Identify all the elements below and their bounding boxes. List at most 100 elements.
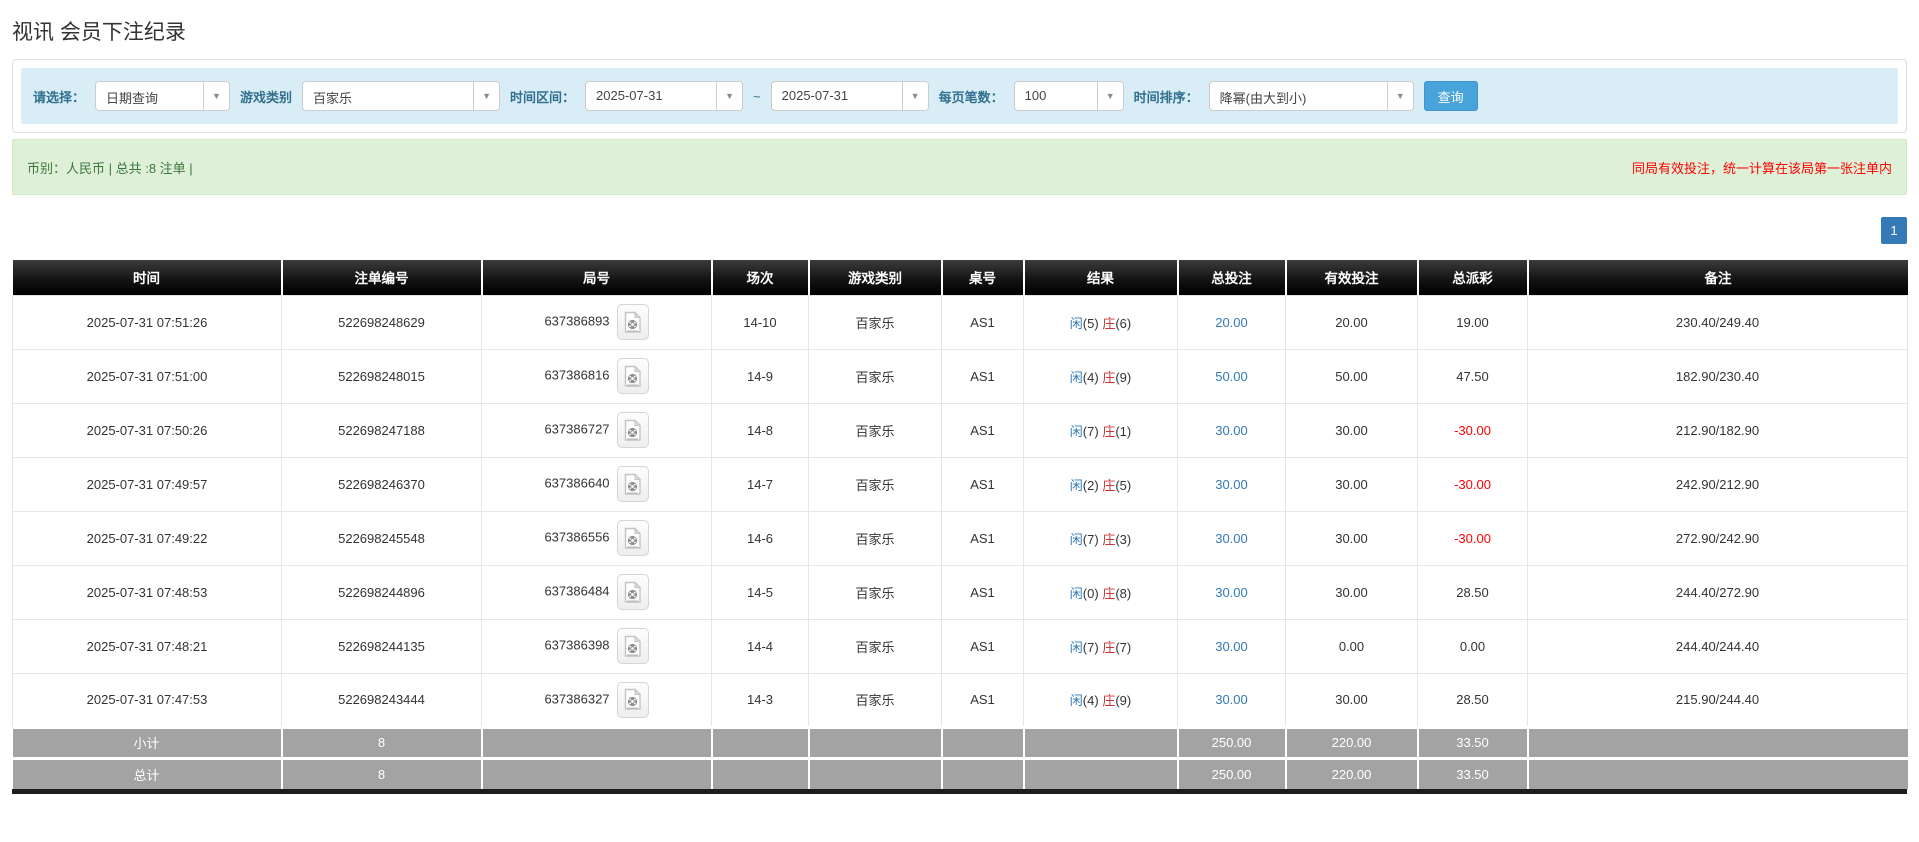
cell-valid-bet: 50.00 — [1285, 348, 1418, 404]
cell-round-no: 637386484 — [481, 564, 712, 620]
total-bet-link[interactable]: 30.00 — [1215, 639, 1248, 654]
cell-total-bet: 50.00 — [1177, 348, 1286, 404]
result-banker-count: (3) — [1115, 531, 1132, 547]
total-bet-link[interactable]: 50.00 — [1215, 369, 1248, 384]
round-no-text: 637386556 — [544, 529, 610, 545]
video-replay-icon — [624, 688, 642, 710]
chevron-down-icon[interactable]: ▼ — [1386, 82, 1413, 110]
game-type-label: 游戏类别 — [240, 89, 293, 105]
result-player-count: (5) — [1082, 315, 1099, 331]
cell-time: 2025-07-31 07:49:57 — [12, 456, 282, 512]
video-replay-button[interactable] — [616, 358, 649, 394]
cell-valid-bet: 30.00 — [1285, 564, 1418, 620]
result-player-count: (7) — [1082, 423, 1099, 439]
cell-game-type: 百家乐 — [808, 672, 942, 728]
total-bet-link[interactable]: 20.00 — [1215, 315, 1248, 330]
cell-remark: 242.90/212.90 — [1527, 456, 1908, 512]
table-row: 2025-07-31 07:47:53 522698243444 6373863… — [12, 672, 1908, 728]
total-bet-link[interactable]: 30.00 — [1215, 531, 1248, 546]
video-replay-button[interactable] — [616, 574, 649, 610]
total-bet-link[interactable]: 30.00 — [1215, 477, 1248, 492]
col-header-bet-no: 注单编号 — [280, 260, 482, 295]
pagination: 1 — [12, 217, 1907, 244]
video-replay-button[interactable] — [616, 628, 649, 664]
cell-session: 14-3 — [711, 672, 809, 728]
query-mode-value: 日期查询 — [106, 91, 159, 106]
cell-game-type: 百家乐 — [808, 294, 942, 350]
chevron-down-icon[interactable]: ▼ — [473, 82, 500, 110]
query-mode-select[interactable]: 日期查询 ▼ — [95, 81, 231, 111]
cell-table-no: AS1 — [941, 510, 1024, 566]
cell-total-bet: 30.00 — [1177, 456, 1286, 512]
table-body: 2025-07-31 07:51:26 522698248629 6373868… — [12, 294, 1908, 728]
date-to-value: 2025-07-31 — [781, 88, 849, 103]
page-size-value: 100 — [1024, 88, 1047, 103]
cell-time: 2025-07-31 07:48:53 — [12, 564, 282, 620]
video-replay-icon — [624, 526, 642, 549]
cell-session: 14-7 — [711, 456, 809, 512]
table-row: 2025-07-31 07:48:21 522698244135 6373863… — [12, 618, 1908, 674]
total-bet-link[interactable]: 30.00 — [1215, 423, 1248, 438]
chevron-down-icon[interactable]: ▼ — [203, 82, 230, 110]
round-no-text: 637386727 — [544, 421, 610, 437]
round-no-text: 637386893 — [544, 313, 610, 329]
total-label: 总计 — [12, 756, 282, 789]
table-row: 2025-07-31 07:50:26 522698247188 6373867… — [12, 402, 1908, 458]
result-player-count: (4) — [1082, 369, 1099, 385]
video-replay-icon — [624, 580, 642, 603]
cell-payout: 28.50 — [1417, 672, 1528, 728]
cell-table-no: AS1 — [941, 456, 1024, 512]
time-sort-select[interactable]: 降幂(由大到小) ▼ — [1208, 81, 1414, 111]
result-banker-count: (9) — [1115, 369, 1132, 385]
video-replay-button[interactable] — [616, 412, 649, 448]
cell-valid-bet: 20.00 — [1285, 294, 1418, 350]
page-title: 视讯 会员下注纪录 — [12, 21, 186, 44]
cell-payout: 19.00 — [1417, 294, 1528, 350]
video-replay-button[interactable] — [616, 520, 649, 556]
cell-valid-bet: 30.00 — [1285, 402, 1418, 458]
col-header-time: 时间 — [12, 260, 282, 295]
date-to-select[interactable]: 2025-07-31 ▼ — [770, 81, 929, 111]
cell-round-no: 637386398 — [481, 618, 712, 674]
cell-bet-no: 522698246370 — [281, 456, 482, 512]
result-player-label: 闲 — [1069, 423, 1083, 439]
page-size-select[interactable]: 100 ▼ — [1013, 81, 1124, 111]
video-replay-button[interactable] — [616, 466, 649, 502]
game-type-value: 百家乐 — [313, 91, 353, 106]
col-header-total-bet: 总投注 — [1176, 260, 1286, 295]
cell-payout: -30.00 — [1417, 456, 1528, 512]
date-range-label: 时间区间： — [510, 89, 576, 105]
round-no-text: 637386484 — [544, 583, 610, 599]
chevron-down-icon[interactable]: ▼ — [901, 82, 928, 110]
cell-game-type: 百家乐 — [808, 348, 942, 404]
video-replay-button[interactable] — [616, 681, 649, 718]
total-total-bet: 250.00 — [1176, 756, 1286, 789]
cell-round-no: 637386556 — [481, 510, 712, 566]
result-banker-label: 庄 — [1102, 693, 1116, 708]
chevron-down-icon[interactable]: ▼ — [1096, 82, 1123, 110]
date-from-select[interactable]: 2025-07-31 ▼ — [585, 81, 744, 111]
total-bet-link[interactable]: 30.00 — [1215, 692, 1248, 707]
cell-table-no: AS1 — [941, 294, 1024, 350]
cell-total-bet: 30.00 — [1177, 618, 1286, 674]
result-player-label: 闲 — [1069, 693, 1083, 708]
total-payout: 33.50 — [1416, 756, 1528, 789]
cell-result: 闲(2) 庄(5) — [1023, 456, 1178, 512]
total-bet-link[interactable]: 30.00 — [1215, 585, 1248, 600]
select-mode-label: 请选择： — [33, 89, 86, 105]
cell-bet-no: 522698247188 — [281, 402, 482, 458]
cell-remark: 244.40/244.40 — [1527, 618, 1908, 674]
cell-result: 闲(5) 庄(6) — [1023, 294, 1178, 350]
round-no-text: 637386327 — [544, 690, 610, 706]
col-header-table-no: 桌号 — [940, 260, 1024, 295]
game-type-select[interactable]: 百家乐 ▼ — [302, 81, 501, 111]
chevron-down-icon[interactable]: ▼ — [716, 82, 743, 110]
cell-session: 14-8 — [711, 402, 809, 458]
cell-remark: 244.40/272.90 — [1527, 564, 1908, 620]
search-button[interactable]: 查询 — [1423, 81, 1478, 111]
col-header-remark: 备注 — [1526, 260, 1908, 295]
video-replay-button[interactable] — [616, 304, 649, 340]
cell-time: 2025-07-31 07:51:00 — [12, 348, 282, 404]
page-number-button[interactable]: 1 — [1881, 217, 1907, 244]
cell-round-no: 637386893 — [481, 294, 712, 350]
